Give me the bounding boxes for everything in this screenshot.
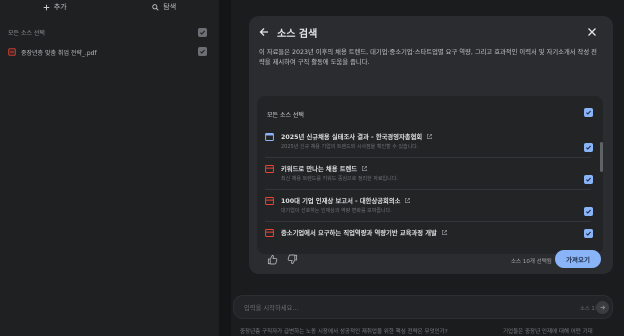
chat-input-placeholder: 입력을 시작하세요... <box>244 305 299 312</box>
list-scrollbar[interactable] <box>600 142 603 172</box>
external-link-icon[interactable] <box>441 229 448 236</box>
source-item[interactable]: 중장년층 맞춤 취업 전략_.pdf <box>8 46 208 58</box>
result-item[interactable]: 2025년 신규채용 실태조사 결과 - 한국경영자총협회 2025년 신규 채… <box>265 130 591 158</box>
doc-icon <box>265 165 274 173</box>
external-link-icon[interactable] <box>426 133 433 140</box>
result-item[interactable]: 키워드로 만나는 채용 트렌드 최신 채용 트렌드를 키워드 중심으로 정리한 … <box>265 162 591 190</box>
result-title: 키워드로 만나는 채용 트렌드 <box>281 164 368 173</box>
check-icon <box>586 110 591 115</box>
result-title: 중소기업에서 요구하는 직업역량과 역량기반 교육과정 개발 <box>281 228 448 237</box>
check-icon <box>586 145 591 150</box>
source-item-checkbox[interactable] <box>198 47 207 56</box>
check-icon <box>200 49 205 54</box>
source-results-list: 모든 소스 선택 2025년 신규채용 실태조사 결과 - 한국경영자총협회 2… <box>257 96 603 254</box>
search-icon <box>152 3 159 11</box>
result-checkbox[interactable] <box>584 229 593 238</box>
explore-source-button[interactable]: 탐색 <box>110 0 220 14</box>
add-source-button[interactable]: 추가 <box>0 0 110 14</box>
send-arrow-icon <box>600 305 606 310</box>
import-button[interactable]: 가져오기 <box>555 250 601 268</box>
dialog-description: 이 자료들은 2023년 이후의 채용 트렌드, 대기업·중소기업·스타트업별 … <box>259 49 597 66</box>
dialog-footer: 소스 10개 선택됨 가져오기 <box>259 250 605 270</box>
doc-icon <box>265 229 274 237</box>
result-checkbox[interactable] <box>584 175 593 184</box>
source-search-dialog: 소스 검색 이 자료들은 2023년 이후의 채용 트렌드, 대기업·중소기업·… <box>249 16 613 274</box>
check-icon <box>586 177 591 182</box>
external-link-icon[interactable] <box>404 197 411 204</box>
check-icon <box>586 209 591 214</box>
chat-input-box[interactable]: 입력을 시작하세요... 소스 1개 <box>233 295 613 319</box>
suggestion-chip[interactable]: 기업들은 중장년 인재에 대해 어떤 기대 <box>503 327 593 335</box>
result-title-text: 2025년 신규채용 실태조사 결과 - 한국경영자총협회 <box>281 134 423 141</box>
source-item-name: 중장년층 맞춤 취업 전략_.pdf <box>21 49 97 57</box>
send-button[interactable] <box>596 301 609 314</box>
thumbs-up-icon[interactable] <box>267 254 278 265</box>
add-source-label: 추가 <box>53 3 67 11</box>
sources-panel: 추가 탐색 모든 소스 선택 중장년층 맞춤 취업 전략_.pdf <box>0 0 219 336</box>
divider <box>265 221 591 222</box>
result-checkbox[interactable] <box>584 207 593 216</box>
result-subtitle: 대기업이 선호하는 인재상과 역량 변화를 보여줍니다. <box>281 208 392 214</box>
plus-icon <box>43 4 50 10</box>
result-item[interactable]: 중소기업에서 요구하는 직업역량과 역량기반 교육과정 개발 <box>265 226 591 252</box>
suggestion-chip[interactable]: 중장년층 구직자가 급변하는 노동 시장에서 성공적인 재취업을 위한 핵심 전… <box>240 327 448 335</box>
select-all-checkbox[interactable] <box>198 28 207 37</box>
app-root: 추가 탐색 모든 소스 선택 중장년층 맞춤 취업 전략_.pdf 소스 검색 <box>0 0 624 336</box>
result-title-text: 키워드로 만나는 채용 트렌드 <box>281 166 358 173</box>
close-icon[interactable] <box>587 27 597 37</box>
result-title-text: 중소기업에서 요구하는 직업역량과 역량기반 교육과정 개발 <box>281 230 437 237</box>
result-title: 2025년 신규채용 실태조사 결과 - 한국경영자총협회 <box>281 132 433 141</box>
result-item[interactable]: 100대 기업 인재상 보고서 - 대한상공회의소 대기업이 선호하는 인재상과… <box>265 194 591 222</box>
check-icon <box>200 30 205 35</box>
explore-source-label: 탐색 <box>163 3 177 11</box>
result-checkbox[interactable] <box>584 143 593 152</box>
pdf-icon <box>8 48 16 56</box>
external-link-icon[interactable] <box>361 165 368 172</box>
result-subtitle: 2025년 신규 채용 기업의 트렌드와 시사점을 확인할 수 있습니다. <box>281 144 419 150</box>
selected-count: 소스 10개 선택됨 <box>511 259 552 265</box>
result-subtitle: 최신 채용 트렌드를 키워드 중심으로 정리한 자료입니다. <box>281 176 398 182</box>
select-all-label: 모든 소스 선택 <box>267 112 304 119</box>
back-arrow-icon[interactable] <box>259 27 269 37</box>
sources-toolbar: 추가 탐색 <box>0 0 219 14</box>
result-title: 100대 기업 인재상 보고서 - 대한상공회의소 <box>281 196 411 205</box>
result-title-text: 100대 기업 인재상 보고서 - 대한상공회의소 <box>281 198 401 205</box>
doc-icon <box>265 197 274 205</box>
divider <box>265 157 591 158</box>
check-icon <box>586 231 591 236</box>
dialog-title: 소스 검색 <box>277 28 318 40</box>
thumbs-down-icon[interactable] <box>287 254 298 265</box>
divider <box>265 189 591 190</box>
select-all-label: 모든 소스 선택 <box>8 29 45 37</box>
panel-divider[interactable] <box>219 0 231 336</box>
select-all-checkbox[interactable] <box>584 108 593 117</box>
web-icon <box>265 133 274 141</box>
select-all-sources[interactable]: 모든 소스 선택 <box>8 26 208 38</box>
dialog-header: 소스 검색 <box>259 24 603 40</box>
